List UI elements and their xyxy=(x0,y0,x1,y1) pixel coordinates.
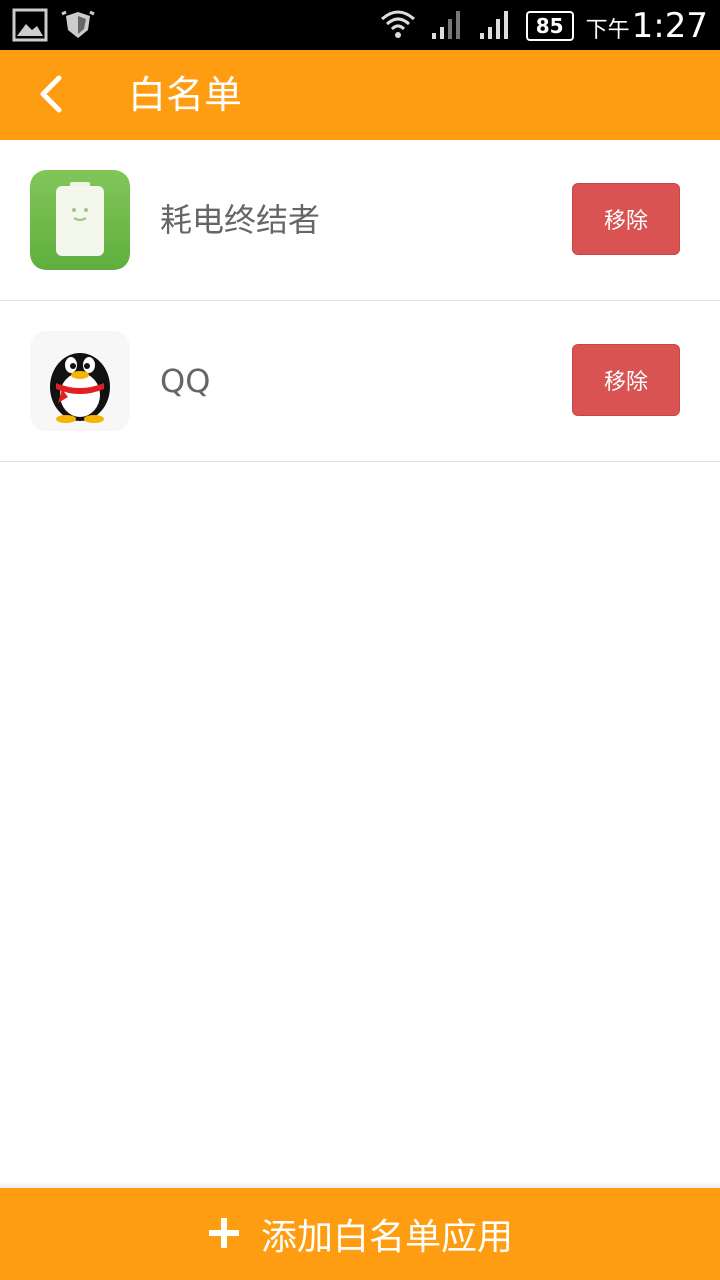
status-clock: 下午 1:27 xyxy=(586,6,708,46)
battery-icon: 85 xyxy=(525,11,574,41)
plus-icon xyxy=(207,1211,241,1257)
back-button[interactable] xyxy=(28,74,72,118)
whitelist-list: 耗电终结者 移除 QQ 移除 xyxy=(0,140,720,462)
app-name: 耗电终结者 xyxy=(160,201,321,239)
gallery-icon xyxy=(12,8,48,46)
app-bar: 白名单 xyxy=(0,50,720,140)
status-bar: 85 下午 1:27 xyxy=(0,0,720,50)
qq-penguin-icon xyxy=(30,331,130,431)
remove-button[interactable]: 移除 xyxy=(572,183,680,255)
page-title: 白名单 xyxy=(128,73,243,117)
signal-icon xyxy=(478,7,514,45)
app-name: QQ xyxy=(160,362,211,400)
list-item: QQ 移除 xyxy=(0,301,720,462)
status-bar-left xyxy=(12,8,96,46)
chevron-left-icon xyxy=(35,74,65,118)
battery-app-icon xyxy=(30,170,130,270)
add-whitelist-app-button[interactable]: 添加白名单应用 xyxy=(0,1188,720,1280)
shield-icon xyxy=(60,8,96,46)
wifi-icon xyxy=(378,7,418,45)
battery-level: 85 xyxy=(535,14,564,38)
list-item: 耗电终结者 移除 xyxy=(0,140,720,301)
remove-button[interactable]: 移除 xyxy=(572,344,680,416)
time-value: 1:27 xyxy=(631,6,708,46)
status-bar-right: 85 下午 1:27 xyxy=(378,6,708,46)
signal-icon xyxy=(430,7,466,45)
time-prefix: 下午 xyxy=(585,18,630,43)
add-whitelist-label: 添加白名单应用 xyxy=(260,1217,513,1258)
